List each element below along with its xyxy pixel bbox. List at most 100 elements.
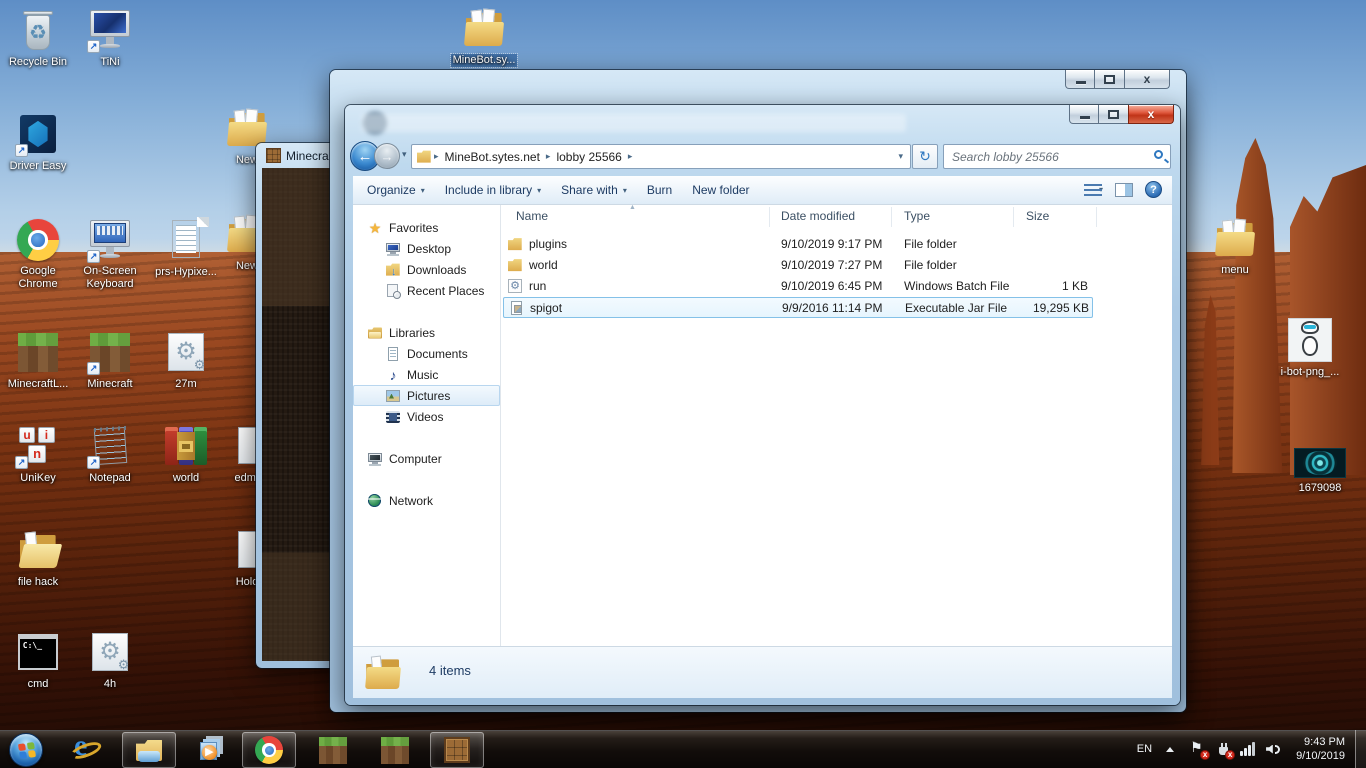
toolbar-share-with[interactable]: Share with ▾ <box>551 179 637 201</box>
volume-icon[interactable] <box>1265 741 1282 758</box>
winrar-icon <box>164 424 208 468</box>
breadcrumb-segment[interactable]: MineBot.sytes.net <box>441 148 544 166</box>
sidebar-item-favorites[interactable]: ★ Favorites <box>353 217 500 238</box>
help-button[interactable]: ? <box>1145 181 1162 198</box>
breadcrumb-separator-icon[interactable]: ▸ <box>544 151 553 162</box>
desktop-icon-label: Recycle Bin <box>8 56 68 68</box>
desktop-icon-google-chrome[interactable]: Google Chrome <box>2 218 74 292</box>
details-pane: 4 items <box>353 646 1172 698</box>
desktop-icon-recycle-bin[interactable]: ♻ Recycle Bin <box>2 8 74 70</box>
sidebar-item-pictures[interactable]: Pictures <box>353 385 500 406</box>
column-header-date-modified[interactable]: Date modified <box>781 209 855 223</box>
language-indicator[interactable]: EN <box>1137 743 1152 755</box>
network-signal-icon[interactable] <box>1240 741 1257 758</box>
unikey-icon: u i n ↗ <box>15 424 60 469</box>
close-button[interactable]: x <box>1124 70 1170 89</box>
explorer-window[interactable]: x ← → ▾ ▸ MineBot.sytes.net ▸ lobby 25566 ▸ … <box>345 105 1180 705</box>
sidebar-item-videos[interactable]: Videos <box>353 406 500 427</box>
clock[interactable]: 9:43 PM 9/10/2019 <box>1296 735 1345 763</box>
desktop-icon-cmd[interactable]: C:\_ cmd <box>2 630 74 692</box>
file-row-run[interactable]: ⚙ run 9/10/2019 6:45 PM Windows Batch Fi… <box>503 276 1093 297</box>
minimize-button[interactable] <box>1065 70 1095 89</box>
taskbar-button-chrome[interactable] <box>242 732 296 768</box>
toolbar-item-label: Organize <box>367 183 416 197</box>
show-desktop-button[interactable] <box>1355 730 1366 768</box>
taskbar-button-minecraft-1[interactable] <box>310 732 356 768</box>
desktop-icon-label: Notepad <box>89 472 131 484</box>
address-dropdown-icon[interactable]: ▾ <box>895 151 906 162</box>
toolbar-burn[interactable]: Burn <box>637 179 682 201</box>
breadcrumb-separator-icon[interactable]: ▸ <box>626 151 635 162</box>
sidebar-item-music[interactable]: ♪ Music <box>353 364 500 385</box>
grass-icon <box>380 735 410 765</box>
downloads-icon: ↓ <box>385 262 401 278</box>
file-row-world[interactable]: world 9/10/2019 7:27 PM File folder <box>503 255 1093 276</box>
desktop-icon-on-screen-keyboard[interactable]: ↗ On-Screen Keyboard <box>74 218 146 292</box>
document-icon <box>385 346 401 362</box>
desktop-icon-i-bot-png[interactable]: i-bot-png_... <box>1274 318 1346 380</box>
desktop-icon-label: Google Chrome <box>18 265 58 290</box>
cmd-icon: C:\_ <box>16 630 60 674</box>
sidebar-item-network[interactable]: Network <box>353 490 500 511</box>
desktop-icon-27m[interactable]: ⚙ ⚙ 27m <box>150 330 222 392</box>
power-error-icon[interactable]: x <box>1215 741 1236 760</box>
desktop-icon-file-hack[interactable]: file hack <box>2 528 74 590</box>
desktop-icon-tini[interactable]: ↗ TiNi <box>74 8 146 70</box>
star-icon: ★ <box>368 219 382 236</box>
taskbar-button-media-player[interactable]: ▶ <box>186 732 234 768</box>
minecraft-window-title: Minecra <box>266 148 329 163</box>
search-input[interactable] <box>944 145 1170 168</box>
music-icon: ♪ <box>389 366 397 383</box>
chrome-icon <box>16 218 60 262</box>
start-button[interactable] <box>6 732 46 768</box>
taskbar-button-windows-explorer[interactable] <box>122 732 176 768</box>
desktop-icon-unikey[interactable]: u i n ↗ UniKey <box>2 424 74 486</box>
column-header-type[interactable]: Type <box>904 209 930 223</box>
refresh-button[interactable]: ↻ <box>912 144 938 169</box>
desktop-icon-minebot-folder[interactable]: MineBot.sy... <box>448 6 520 68</box>
sidebar-item-documents[interactable]: Documents <box>353 343 500 364</box>
desktop-icon-minecraft[interactable]: ↗ Minecraft <box>74 330 146 392</box>
toolbar-organize[interactable]: Organize ▾ <box>357 179 435 201</box>
desktop-icon-label: MinecraftL... <box>7 378 69 390</box>
desktop-icon-minecraftl[interactable]: MinecraftL... <box>2 330 74 392</box>
forward-button[interactable]: → <box>374 143 400 169</box>
desktop-icon-label: 27m <box>175 378 197 390</box>
desktop-icon-label: 4h <box>103 678 117 690</box>
breadcrumb-separator-icon[interactable]: ▸ <box>432 151 441 162</box>
sidebar-item-libraries[interactable]: Libraries <box>353 322 500 343</box>
toolbar-include-in-library[interactable]: Include in library ▾ <box>435 179 551 201</box>
desktop-icon-driver-easy[interactable]: ↗ Driver Easy <box>2 112 74 174</box>
desktop-icon-label: i-bot-png_... <box>1280 366 1340 378</box>
desktop-icon-1679098[interactable]: 1679098 <box>1284 438 1356 496</box>
taskbar-button-crafting-table[interactable] <box>430 732 484 768</box>
column-header-size[interactable]: Size <box>1026 209 1049 223</box>
taskbar-button-minecraft-2[interactable] <box>372 732 418 768</box>
action-center-icon[interactable]: ⚑ x <box>1190 739 1211 760</box>
file-row-spigot[interactable]: spigot 9/9/2016 11:14 PM Executable Jar … <box>503 297 1093 318</box>
minimize-button[interactable] <box>1069 105 1099 124</box>
desktop-icon-4h[interactable]: ⚙ ⚙ 4h <box>74 630 146 692</box>
close-button[interactable]: x <box>1128 105 1174 124</box>
recent-pages-dropdown-icon[interactable]: ▾ <box>402 149 407 160</box>
sidebar-item-desktop[interactable]: Desktop <box>353 238 500 259</box>
show-hidden-icons-button[interactable] <box>1166 746 1175 752</box>
sidebar-item-computer[interactable]: Computer <box>353 448 500 469</box>
taskbar-button-internet-explorer[interactable]: e <box>62 729 110 768</box>
change-view-button[interactable]: ▾ <box>1083 183 1103 197</box>
desktop-icon-menu[interactable]: menu <box>1199 216 1271 278</box>
breadcrumb-segment[interactable]: lobby 25566 <box>552 148 625 166</box>
maximize-button[interactable] <box>1095 70 1124 89</box>
osk-icon: ↗ <box>87 218 132 263</box>
column-header-name[interactable]: Name <box>516 209 548 223</box>
shortcut-arrow-icon: ↗ <box>87 40 100 53</box>
toolbar-new-folder[interactable]: New folder <box>682 179 759 201</box>
sidebar-item-downloads[interactable]: ↓ Downloads <box>353 259 500 280</box>
file-row-plugins[interactable]: plugins 9/10/2019 9:17 PM File folder <box>503 234 1093 255</box>
address-bar[interactable]: ▸ MineBot.sytes.net ▸ lobby 25566 ▸ ▾ <box>411 144 911 169</box>
sidebar-item-recent-places[interactable]: Recent Places <box>353 280 500 301</box>
preview-pane-button[interactable] <box>1115 182 1133 197</box>
chrome-icon <box>254 735 284 765</box>
maximize-button[interactable] <box>1099 105 1128 124</box>
desktop-icon-notepad[interactable]: ↗ Notepad <box>74 424 146 486</box>
